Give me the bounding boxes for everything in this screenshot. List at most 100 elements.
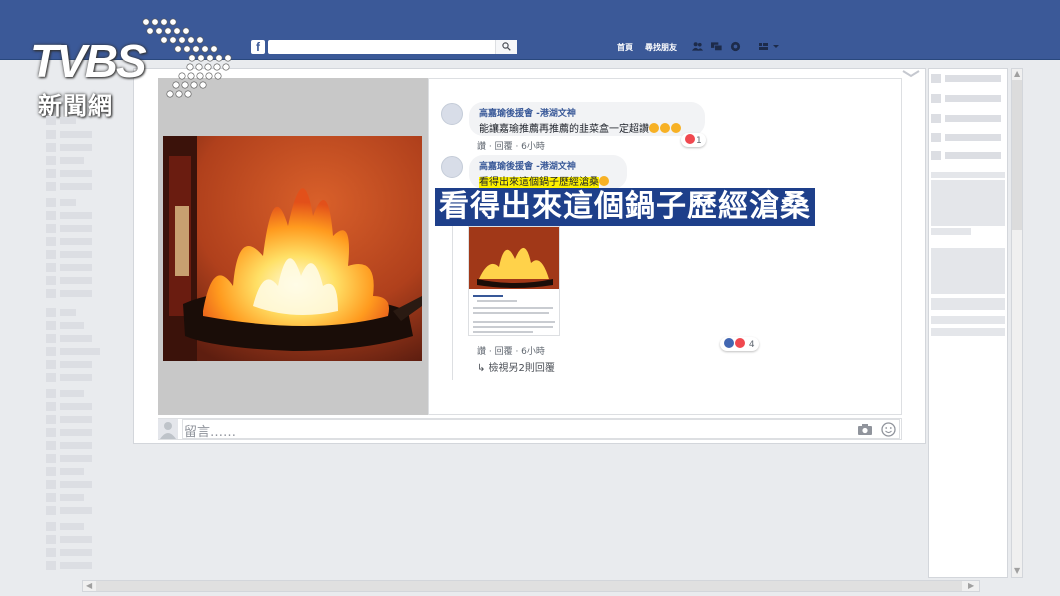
right-sidebar-placeholder-block — [931, 298, 1005, 310]
search-button[interactable] — [495, 40, 517, 54]
sidebar-placeholder-icon — [46, 224, 56, 233]
sidebar-placeholder-icon — [46, 276, 56, 285]
camera-icon[interactable] — [857, 423, 873, 436]
right-sidebar-placeholder-block — [931, 328, 1005, 336]
reply-thread-line — [452, 200, 453, 380]
sidebar-placeholder-icon — [46, 360, 56, 369]
scroll-down-arrow-icon[interactable]: ▼ — [1014, 566, 1020, 575]
sidebar-placeholder-label — [60, 390, 84, 397]
comment-text: 能讓嘉瑜推薦再推薦的韭菜盒一定超讚 — [479, 120, 695, 135]
right-sidebar-placeholder-block — [931, 172, 1005, 178]
sidebar-placeholder-icon — [46, 169, 56, 178]
scroll-right-arrow-icon[interactable]: ▶ — [968, 581, 974, 590]
sidebar-placeholder-label — [60, 468, 84, 475]
nav-home-link[interactable]: 首頁 — [617, 42, 633, 53]
right-sidebar-placeholder-block — [931, 228, 971, 235]
sidebar-placeholder-label — [60, 442, 92, 449]
settings-icon[interactable] — [759, 41, 781, 52]
reaction-count[interactable]: 1 — [681, 133, 706, 147]
vertical-scroll-thumb[interactable] — [1012, 80, 1022, 230]
search-input[interactable] — [268, 40, 517, 54]
notifications-icon[interactable] — [730, 41, 741, 52]
commenter-avatar[interactable] — [441, 156, 463, 178]
view-more-replies-link[interactable]: ↳ 檢視另2則回覆 — [477, 359, 555, 374]
sidebar-placeholder-label — [60, 374, 92, 381]
sidebar-placeholder-icon — [46, 308, 56, 317]
right-sidebar-placeholder-icon — [931, 114, 941, 123]
right-sidebar-placeholder-block — [931, 316, 1005, 324]
comment-actions[interactable]: 讚 · 回覆 · 6小時 — [477, 139, 545, 152]
comment-actions[interactable]: 讚 · 回覆 · 6小時 — [477, 344, 545, 357]
comment-attached-screenshot[interactable] — [468, 226, 560, 336]
sidebar-placeholder-icon — [46, 211, 56, 220]
scroll-up-arrow-icon[interactable]: ▲ — [1014, 69, 1020, 78]
user-avatar-icon — [158, 419, 178, 439]
tvbs-wordmark: TVBS — [30, 35, 147, 87]
sidebar-placeholder-icon — [46, 389, 56, 398]
search-icon — [502, 42, 511, 51]
sidebar-placeholder-label — [60, 322, 84, 329]
right-sidebar-placeholder-label — [945, 115, 1001, 122]
nav-find-friends-link[interactable]: 尋找朋友 — [645, 42, 677, 53]
right-sidebar-placeholder-icon — [931, 94, 941, 103]
sidebar-placeholder-label — [60, 361, 92, 368]
chevron-down-icon[interactable] — [902, 70, 920, 80]
sidebar-placeholder-label — [60, 183, 92, 190]
sidebar-placeholder-label — [60, 212, 92, 219]
screenshot-image — [469, 227, 559, 289]
sidebar-placeholder-label — [60, 225, 92, 232]
sidebar-placeholder-label — [60, 117, 76, 124]
sidebar-placeholder-label — [60, 416, 92, 423]
sidebar-placeholder-label — [60, 131, 92, 138]
sidebar-placeholder-icon — [46, 493, 56, 502]
sidebar-placeholder-icon — [46, 467, 56, 476]
emoji-icon[interactable] — [881, 422, 896, 437]
news-caption: 看得出來這個鍋子歷經滄桑 — [435, 188, 815, 226]
right-sidebar-placeholder-icon — [931, 133, 941, 142]
reaction-count[interactable]: 4 — [720, 337, 759, 351]
sidebar-placeholder-icon — [46, 156, 56, 165]
comment-input[interactable] — [182, 419, 900, 439]
sidebar-placeholder-icon — [46, 428, 56, 437]
sidebar-placeholder-label — [60, 290, 92, 297]
sidebar-placeholder-label — [60, 264, 92, 271]
commenter-avatar[interactable] — [441, 103, 463, 125]
sidebar-placeholder-label — [60, 335, 92, 342]
sidebar-placeholder-label — [60, 536, 92, 543]
sidebar-placeholder-icon — [46, 130, 56, 139]
sidebar-placeholder-label — [60, 562, 92, 569]
horizontal-scroll-thumb[interactable] — [96, 581, 962, 591]
sidebar-placeholder-label — [60, 309, 76, 316]
sidebar-placeholder-label — [60, 277, 92, 284]
sidebar-placeholder-label — [60, 170, 92, 177]
commenter-name[interactable]: 高嘉瑜後援會 -港湖文神 — [479, 159, 617, 172]
sidebar-placeholder-icon — [46, 116, 56, 125]
sidebar-placeholder-icon — [46, 334, 56, 343]
sidebar-placeholder-icon — [46, 535, 56, 544]
commenter-name[interactable]: 高嘉瑜後援會 -港湖文神 — [479, 106, 695, 119]
right-sidebar-placeholder-icon — [931, 151, 941, 160]
flaming-pan-photo[interactable] — [163, 136, 422, 361]
sidebar-placeholder-icon — [46, 454, 56, 463]
comment-bubble: 高嘉瑜後援會 -港湖文神 看得出來這個鍋子歷經滄桑 — [469, 155, 627, 189]
friend-requests-icon[interactable] — [692, 41, 703, 52]
sidebar-placeholder-label — [60, 348, 100, 355]
facebook-logo-icon[interactable]: f — [251, 40, 265, 54]
sidebar-placeholder-label — [60, 238, 92, 245]
scroll-left-arrow-icon[interactable]: ◀ — [86, 581, 92, 590]
sidebar-placeholder-label — [60, 481, 92, 488]
sidebar-placeholder-icon — [46, 182, 56, 191]
sidebar-placeholder-label — [60, 403, 92, 410]
sidebar-placeholder-icon — [46, 402, 56, 411]
right-sidebar-placeholder-label — [945, 134, 1001, 141]
sidebar-placeholder-label — [60, 549, 92, 556]
right-sidebar-placeholder-label — [945, 152, 1001, 159]
messages-icon[interactable] — [711, 41, 722, 52]
right-sidebar-placeholder-block — [931, 248, 1005, 294]
tvbs-dot-pattern-icon — [142, 18, 232, 98]
sidebar-placeholder-icon — [46, 321, 56, 330]
sidebar-placeholder-label — [60, 494, 84, 501]
comment-bubble: 高嘉瑜後援會 -港湖文神 能讓嘉瑜推薦再推薦的韭菜盒一定超讚 — [469, 102, 705, 136]
sidebar-placeholder-icon — [46, 347, 56, 356]
sidebar-placeholder-label — [60, 507, 92, 514]
